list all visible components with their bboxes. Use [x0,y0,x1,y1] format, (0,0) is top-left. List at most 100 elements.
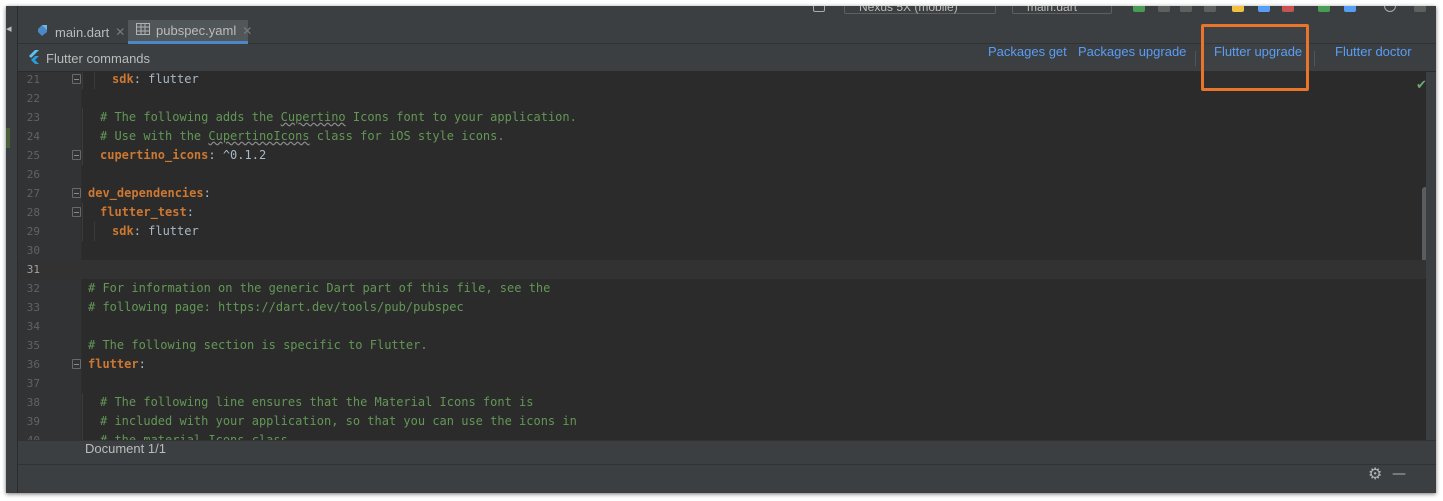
left-edge-arrow-icon[interactable]: ◂ [6,22,12,35]
code-editor[interactable]: ✔ 21 sdk: flutter 22 23 # The following adds… [18,72,1426,447]
yaml-key: cupertino_icons [100,148,209,162]
code-line[interactable]: 32 # For information on the generic Dart … [18,279,1426,298]
yaml-comment: # following page: https://dart.dev/tools… [88,300,464,314]
indent-guide [94,72,95,89]
stop-icon[interactable] [1282,6,1294,12]
minimize-icon[interactable]: — [1392,464,1406,484]
line-number: 22 [26,92,40,105]
code-line[interactable]: 29 sdk: flutter [18,222,1426,241]
sdk-manager-icon[interactable] [1318,6,1330,12]
yaml-comment: # The following section is specific to F… [88,338,428,352]
indent-guide [82,127,83,146]
line-number: 23 [26,111,40,124]
code-line[interactable]: 30 [18,241,1426,260]
window-icon[interactable] [813,6,825,12]
code-text: # For information on the generic Dart pa… [88,279,550,298]
line-number: 37 [26,377,40,390]
code-line[interactable]: 22 [18,89,1426,108]
debug-icon[interactable] [1158,6,1170,12]
flutter-doctor-link[interactable]: Flutter doctor [1335,44,1412,72]
tab-label: pubspec.yaml [156,23,237,38]
code-text: flutter: [88,355,146,374]
yaml-value: : ^0.1.2 [208,148,267,162]
fold-toggle-icon[interactable] [72,207,81,217]
code-text: sdk: flutter [112,72,199,89]
indent-guide [82,222,83,241]
hot-reload-icon[interactable] [1232,6,1244,12]
code-line[interactable]: 28 flutter_test: [18,203,1426,222]
document-indicator: Document 1/1 [85,441,166,456]
code-line[interactable]: 37 [18,374,1426,393]
code-line[interactable]: 34 [18,317,1426,336]
close-icon[interactable]: ✕ [115,25,125,39]
yaml-value: : [138,357,146,371]
yaml-value: : flutter [133,72,199,86]
yaml-key: sdk [112,72,134,86]
code-line[interactable]: 27 dev_dependencies: [18,184,1426,203]
line-number: 33 [26,301,40,314]
tab-pubspec-yaml[interactable]: pubspec.yaml ✕ [128,20,252,44]
code-line[interactable]: 38 # The following line ensures that the … [18,393,1426,412]
code-line[interactable]: 35 # The following section is specific to… [18,336,1426,355]
code-line[interactable]: 31 [18,260,1426,279]
hot-restart-icon[interactable] [1258,6,1270,12]
fold-toggle-icon[interactable] [72,150,81,160]
yaml-comment: Icons font to your application. [345,110,577,124]
indent-guide [82,72,83,89]
code-text: # following page: https://dart.dev/tools… [88,298,464,317]
run-icon[interactable] [1133,6,1145,12]
tab-main-dart[interactable]: main.dart ✕ [28,20,128,44]
search-icon[interactable] [1384,6,1396,12]
line-number: 31 [26,263,40,276]
line-number: 26 [26,168,40,181]
code-text: # The following adds the Cupertino Icons… [100,108,577,127]
line-number: 35 [26,339,40,352]
line-number: 39 [26,415,40,428]
yaml-comment: # included with your application, so tha… [100,414,577,428]
packages-upgrade-link[interactable]: Packages upgrade [1078,44,1186,72]
yaml-comment: # Use with the [100,129,209,143]
code-text: cupertino_icons: ^0.1.2 [100,146,266,165]
profile-icon[interactable] [1180,6,1192,12]
code-text: sdk: flutter [112,222,199,241]
attach-icon[interactable] [1204,6,1216,12]
yaml-key: sdk [112,224,134,238]
run-config-selector[interactable]: main.dart [1012,6,1112,14]
line-number: 29 [26,225,40,238]
fold-toggle-icon[interactable] [72,359,81,369]
indent-guide [94,222,95,241]
code-line[interactable]: 24 # Use with the CupertinoIcons class fo… [18,127,1426,146]
highlight-annotation [1201,24,1309,91]
avd-manager-icon[interactable] [1344,6,1356,12]
indent-guide [82,203,83,222]
gear-icon[interactable]: ⚙ [1368,464,1382,484]
yaml-comment: # The following line ensures that the Ma… [100,395,534,409]
code-line[interactable]: 36 flutter: [18,355,1426,374]
close-icon[interactable]: ✕ [242,24,252,38]
yaml-comment: CupertinoIcons [208,129,310,143]
device-selector[interactable]: Nexus 5X (mobile) [844,6,996,14]
code-line[interactable]: 25 cupertino_icons: ^0.1.2 [18,146,1426,165]
fold-toggle-icon[interactable] [72,74,81,84]
code-line[interactable]: 23 # The following adds the Cupertino Ico… [18,108,1426,127]
status-bar: Document 1/1 [18,440,1436,464]
code-text: # included with your application, so tha… [100,412,577,431]
flutter-commands-label: Flutter commands [46,50,151,66]
code-text: # The following section is specific to F… [88,336,428,355]
fold-toggle-icon[interactable] [72,188,81,198]
main-toolbar: Nexus 5X (mobile) main.dart [18,6,1436,16]
code-line[interactable]: 26 [18,165,1426,184]
yaml-comment: # The following adds the [100,110,281,124]
divider [1314,51,1315,66]
settings-icon[interactable] [1414,6,1426,12]
divider [18,464,1436,465]
run-config-label: main.dart [1027,6,1078,14]
line-number: 36 [26,358,40,371]
line-number: 28 [26,206,40,219]
code-text: # The following line ensures that the Ma… [100,393,533,412]
indent-guide [82,108,83,127]
code-line[interactable]: 39 # included with your application, so t… [18,412,1426,431]
packages-get-link[interactable]: Packages get [988,44,1067,72]
code-line[interactable]: 33 # following page: https://dart.dev/too… [18,298,1426,317]
line-number: 27 [26,187,40,200]
